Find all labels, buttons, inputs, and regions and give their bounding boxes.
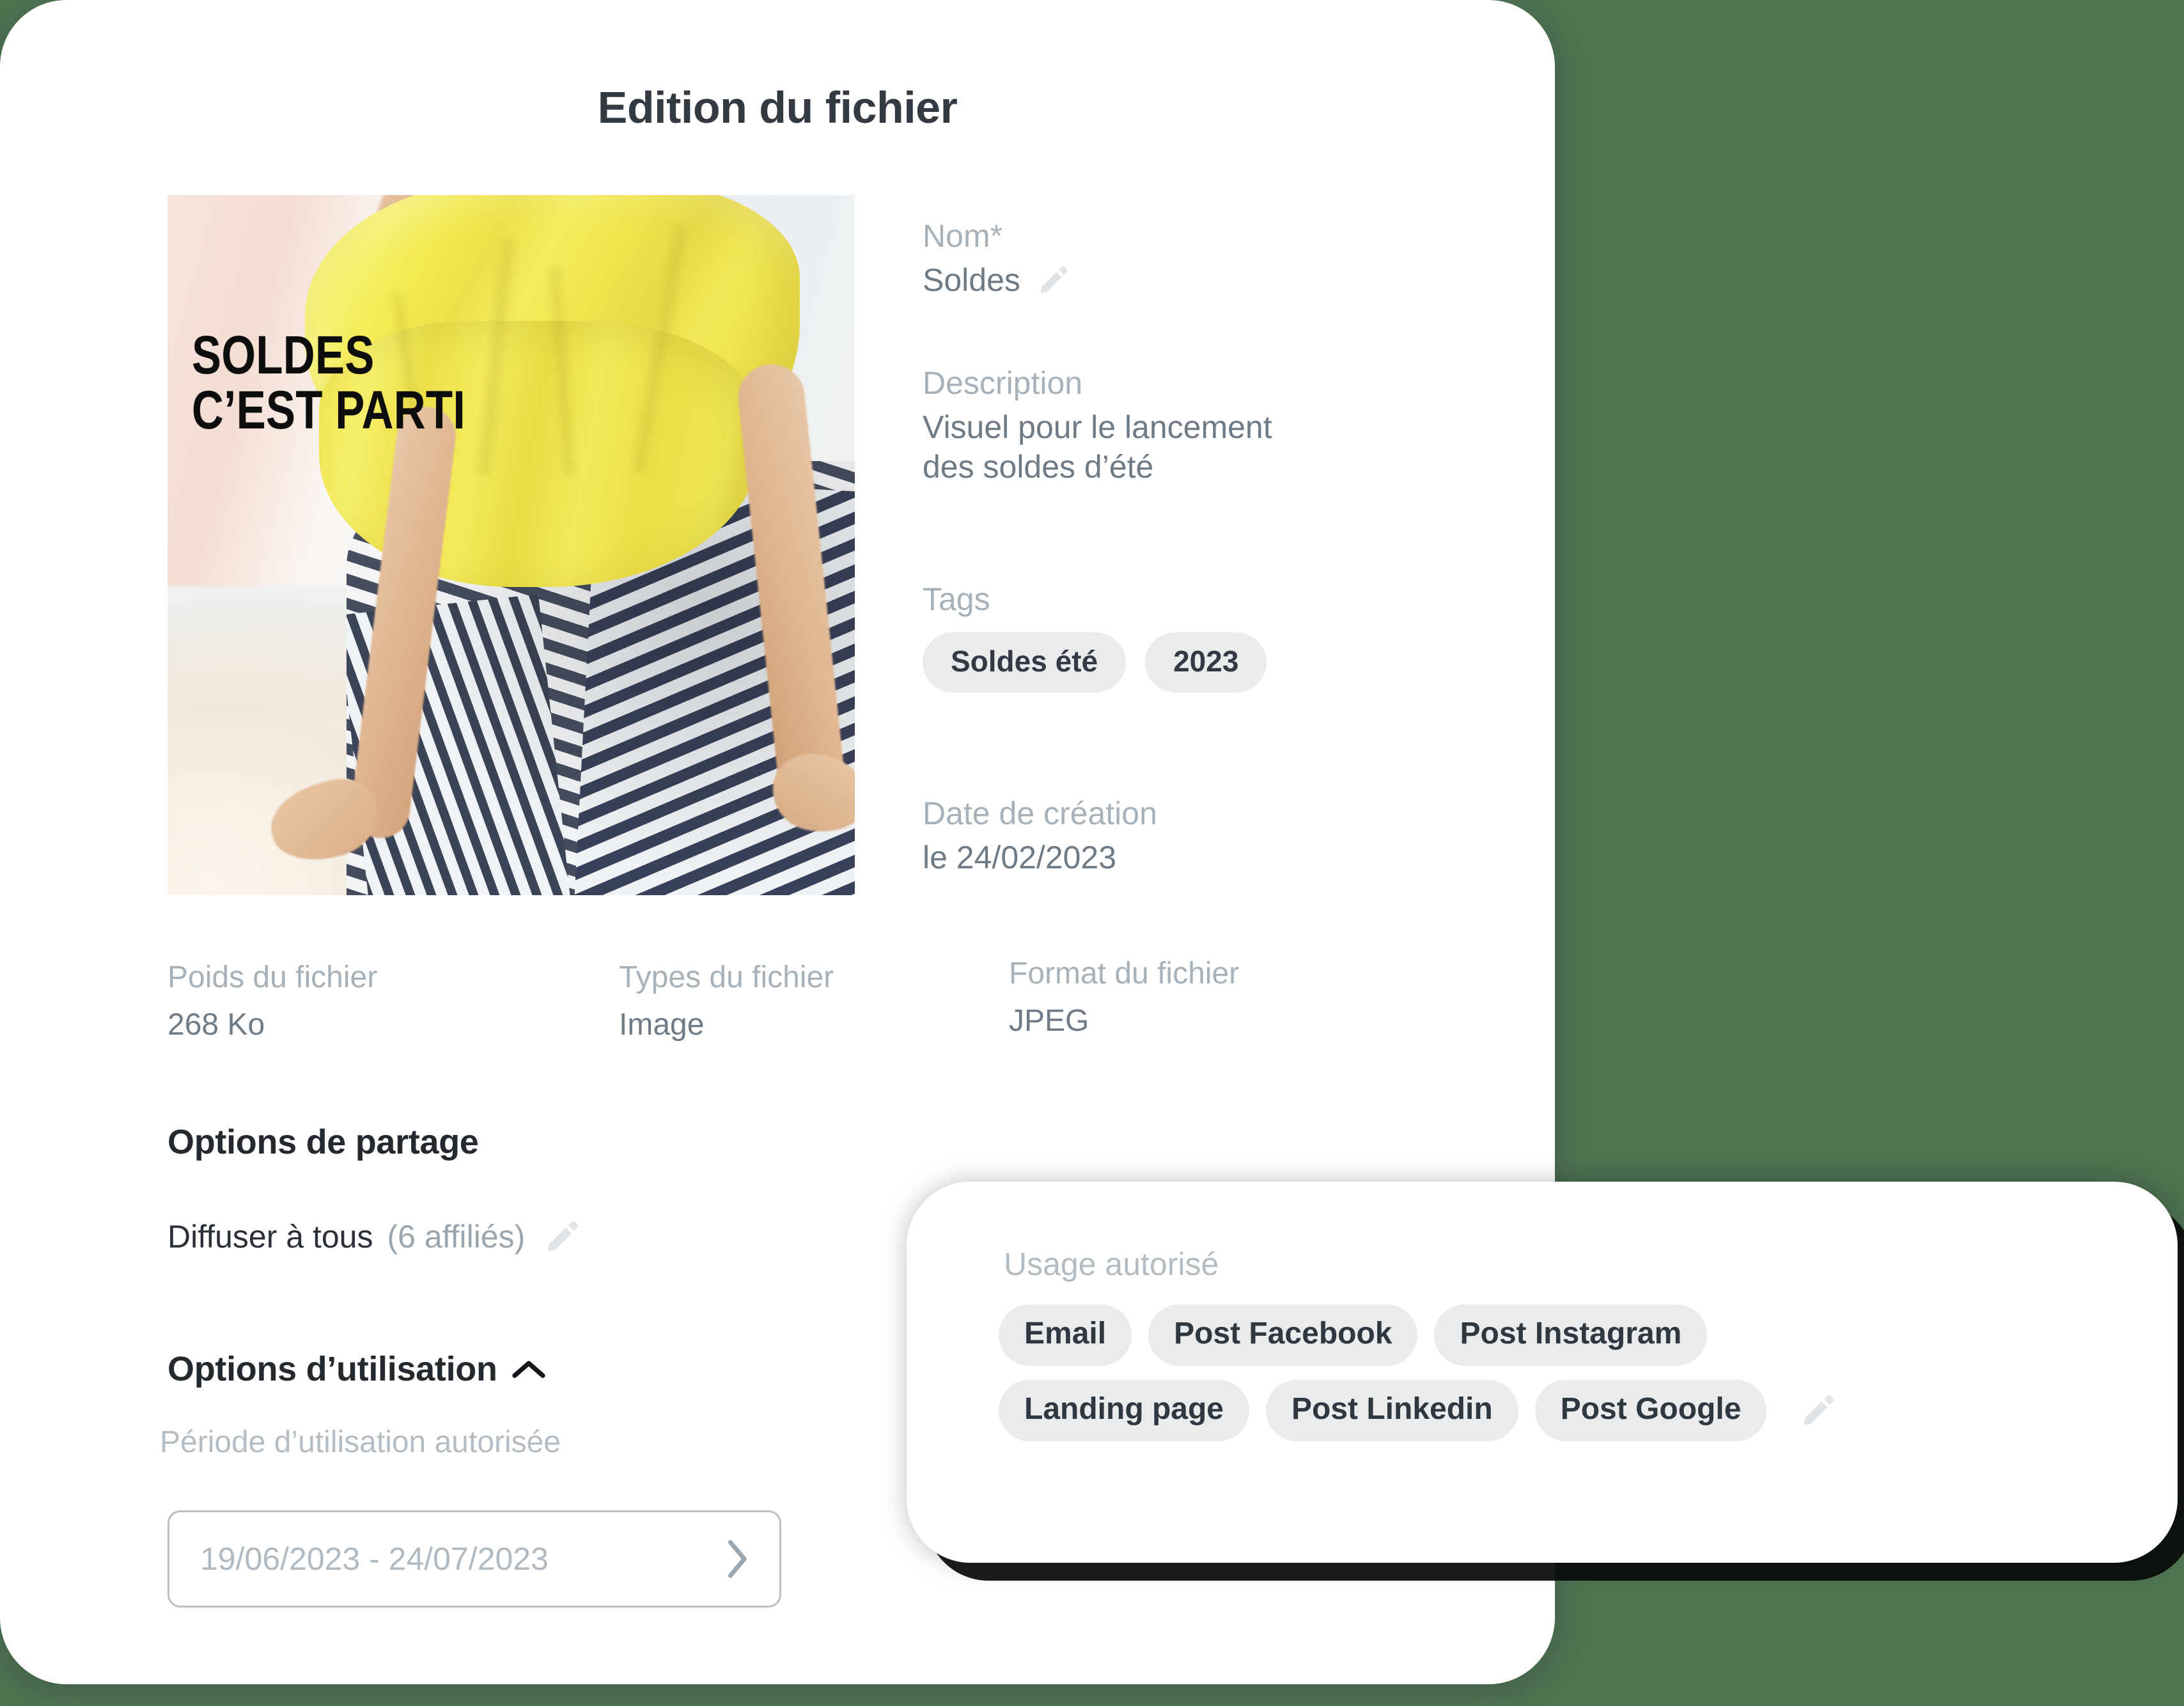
file-type-label: Types du fichier (619, 960, 834, 994)
usage-card-label: Usage autorisé (1004, 1246, 1219, 1282)
sharing-section-title: Options de partage (168, 1123, 479, 1161)
tag-item[interactable]: 2023 (1145, 632, 1267, 693)
preview-overlay-text: SOLDES C’EST PARTI (192, 325, 466, 440)
field-description: Description Visuel pour le lancement des… (923, 364, 1370, 487)
edit-pencil-icon[interactable] (544, 1218, 581, 1255)
tag-list: Soldes été 2023 (923, 632, 1267, 693)
diffuse-label: Diffuser à tous (168, 1219, 373, 1255)
chevron-right-icon[interactable] (723, 1538, 751, 1579)
diffuse-count: (6 affiliés) (387, 1219, 526, 1255)
tags-label: Tags (923, 581, 990, 617)
field-tags: Tags Soldes été 2023 (923, 581, 1267, 693)
name-label: Nom* (923, 218, 1003, 254)
description-label: Description (923, 365, 1083, 401)
usage-pill-instagram[interactable]: Post Instagram (1434, 1304, 1708, 1366)
usage-pill-facebook[interactable]: Post Facebook (1148, 1304, 1418, 1366)
file-weight-label: Poids du fichier (168, 960, 378, 994)
usage-pill-row: Landing page Post Linkedin Post Google (999, 1380, 1837, 1441)
usage-options-header[interactable]: Options d’utilisation (168, 1349, 546, 1389)
file-weight-value: 268 Ko (168, 1007, 265, 1042)
authorized-usage-card: Usage autorisé Email Post Facebook Post … (907, 1182, 2178, 1563)
usage-options-title: Options d’utilisation (168, 1350, 497, 1388)
creation-date-label: Date de création (923, 795, 1157, 831)
date-range-input[interactable]: 19/06/2023 - 24/07/2023 (168, 1510, 781, 1608)
date-range-value: 19/06/2023 - 24/07/2023 (200, 1541, 549, 1577)
file-type: Types du fichier Image (619, 959, 834, 1043)
field-creation-date: Date de création le 24/02/2023 (923, 795, 1157, 877)
name-value: Soldes (923, 262, 1020, 298)
usage-pill-landing-page[interactable]: Landing page (999, 1380, 1249, 1441)
page-title: Edition du fichier (597, 82, 958, 132)
file-preview-image[interactable]: SOLDES C’EST PARTI (168, 195, 855, 895)
file-type-value: Image (619, 1007, 705, 1042)
usage-pill-linkedin[interactable]: Post Linkedin (1266, 1380, 1518, 1441)
file-format-label: Format du fichier (1009, 957, 1240, 990)
usage-pill-row: Email Post Facebook Post Instagram (999, 1304, 1837, 1366)
edit-pencil-icon[interactable] (1037, 263, 1070, 297)
usage-pill-google[interactable]: Post Google (1534, 1380, 1767, 1441)
usage-pill-grid: Email Post Facebook Post Instagram Landi… (999, 1304, 1837, 1441)
usage-period-label: Période d’utilisation autorisée (160, 1425, 561, 1459)
file-format: Format du fichier JPEG (1009, 955, 1239, 1039)
field-name: Nom* Soldes (923, 217, 1070, 300)
sharing-row: Diffuser à tous (6 affiliés) (168, 1218, 581, 1255)
description-value: Visuel pour le lancement des soldes d’ét… (923, 409, 1272, 485)
file-weight: Poids du fichier 268 Ko (168, 959, 377, 1043)
file-format-value: JPEG (1009, 1003, 1089, 1038)
creation-date-value: le 24/02/2023 (923, 840, 1117, 875)
edit-pencil-icon[interactable] (1800, 1392, 1837, 1429)
chevron-up-icon[interactable] (511, 1358, 546, 1380)
usage-pill-email[interactable]: Email (999, 1304, 1132, 1366)
tag-item[interactable]: Soldes été (923, 632, 1127, 693)
